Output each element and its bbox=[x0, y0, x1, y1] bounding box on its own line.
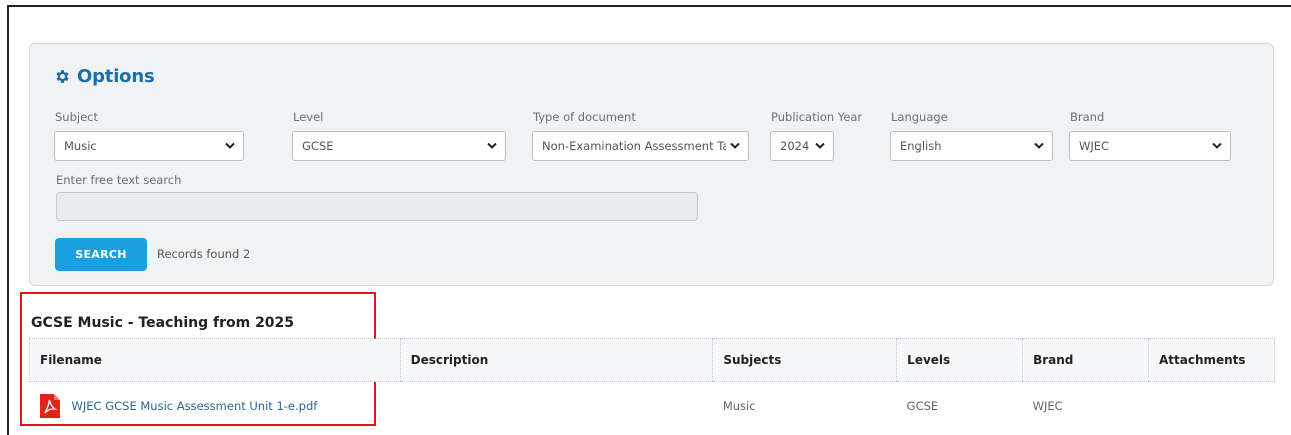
language-label: Language bbox=[891, 110, 948, 124]
options-title: Options bbox=[77, 65, 155, 87]
publication-year-select[interactable]: 2024 bbox=[770, 131, 834, 161]
level-label: Level bbox=[293, 110, 324, 124]
publication-year-label: Publication Year bbox=[771, 110, 863, 124]
brand-cell: WJEC bbox=[1032, 398, 1063, 413]
options-heading: Options bbox=[54, 64, 155, 88]
search-button[interactable]: SEARCH bbox=[55, 238, 147, 271]
records-found-text: Records found 2 bbox=[157, 247, 251, 261]
document-type-select-value: Non-Examination Assessment Ta bbox=[542, 139, 726, 153]
column-header-attachments: Attachments bbox=[1147, 338, 1276, 382]
search-label: Enter free text search bbox=[56, 173, 182, 187]
subject-select-value: Music bbox=[64, 139, 97, 153]
chevron-down-icon bbox=[487, 142, 497, 149]
subject-label: Subject bbox=[55, 110, 98, 124]
attachments-cell bbox=[1148, 382, 1274, 430]
chevron-down-icon bbox=[1034, 142, 1044, 149]
document-type-label: Type of document bbox=[533, 110, 636, 124]
results-table: Filename Description Subjects Levels Bra… bbox=[29, 338, 1276, 430]
publication-year-select-value: 2024 bbox=[780, 139, 810, 153]
results-heading: GCSE Music - Teaching from 2025 bbox=[31, 315, 295, 331]
subjects-cell: Music bbox=[722, 398, 756, 413]
file-link[interactable]: WJEC GCSE Music Assessment Unit 1-e.pdf bbox=[72, 399, 318, 413]
chevron-down-icon bbox=[1212, 142, 1222, 149]
gear-icon bbox=[56, 69, 69, 83]
table-row: WJEC GCSE Music Assessment Unit 1-e.pdf … bbox=[30, 382, 1275, 430]
document-type-select[interactable]: Non-Examination Assessment Ta bbox=[532, 131, 749, 161]
description-cell bbox=[400, 382, 713, 430]
chevron-down-icon bbox=[815, 142, 825, 149]
level-select-value: GCSE bbox=[302, 139, 334, 153]
chevron-down-icon bbox=[225, 142, 235, 149]
column-header-filename: Filename bbox=[29, 338, 401, 382]
column-header-subjects: Subjects bbox=[712, 338, 897, 382]
level-select[interactable]: GCSE bbox=[292, 131, 506, 161]
levels-cell: GCSE bbox=[906, 398, 939, 413]
column-header-levels: Levels bbox=[896, 338, 1023, 382]
chevron-down-icon bbox=[730, 142, 740, 149]
brand-select[interactable]: WJEC bbox=[1069, 131, 1231, 161]
brand-label: Brand bbox=[1070, 110, 1105, 124]
pdf-file-icon[interactable] bbox=[39, 393, 60, 418]
search-input[interactable] bbox=[56, 192, 698, 221]
language-select-value: English bbox=[900, 139, 942, 153]
column-header-brand: Brand bbox=[1022, 338, 1149, 382]
options-panel: Options Subject Level Type of document P… bbox=[29, 43, 1274, 286]
subject-select[interactable]: Music bbox=[54, 131, 244, 161]
table-header-row: Filename Description Subjects Levels Bra… bbox=[29, 338, 1276, 382]
filename-cell: WJEC GCSE Music Assessment Unit 1-e.pdf bbox=[30, 382, 401, 430]
column-header-description: Description bbox=[399, 338, 713, 382]
language-select[interactable]: English bbox=[890, 131, 1053, 161]
brand-select-value: WJEC bbox=[1079, 139, 1110, 153]
